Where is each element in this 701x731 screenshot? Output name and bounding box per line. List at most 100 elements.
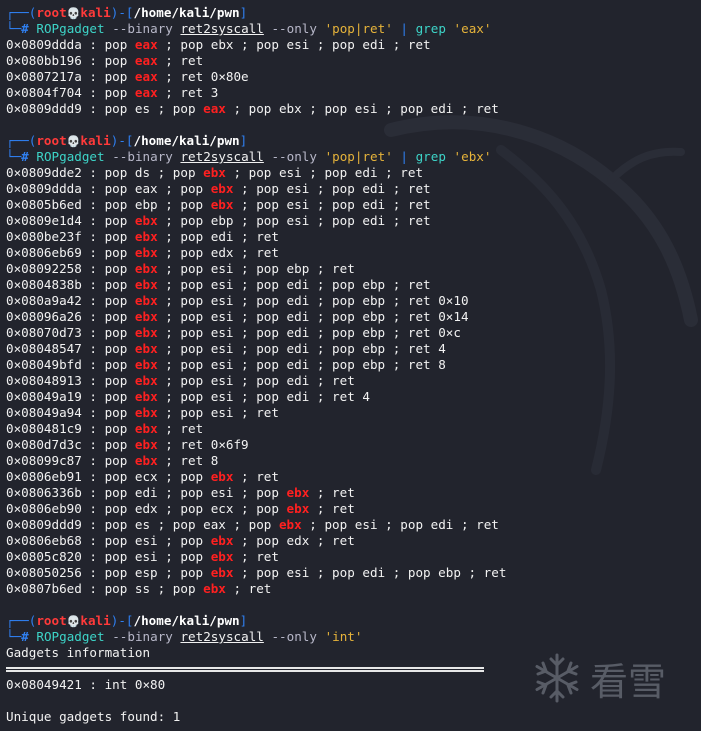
gadget-line: 0×080d7d3c : pop ebx ; ret 0×6f9	[6, 437, 701, 453]
gadget-line: 0×08092258 : pop ebx ; pop esi ; pop ebp…	[6, 261, 701, 277]
gadget-text: ; pop ebx ; pop esi ; pop edi ; ret	[225, 101, 499, 116]
gadget-text: ; ret 8	[157, 453, 219, 468]
gadget-line: 0×0809ddd9 : pop es ; pop eax ; pop ebx …	[6, 101, 701, 117]
gadget-text: 0×080a9a42 : pop	[6, 293, 135, 308]
gadget-text: 0×0806eb68 : pop esi ; pop	[6, 533, 211, 548]
double-rule-divider	[6, 667, 484, 672]
gadget-line: 0×080481c9 : pop ebx ; ret	[6, 421, 701, 437]
register-highlight: ebx	[210, 197, 234, 212]
gadget-text: 0×08049a19 : pop	[6, 389, 135, 404]
gadget-line: 0×0807217a : pop eax ; ret 0×80e	[6, 69, 701, 85]
gadget-text: ; ret	[309, 501, 355, 516]
register-highlight: ebx	[210, 533, 234, 548]
skull-icon: 💀	[66, 7, 81, 20]
gadget-text: 0×08092258 : pop	[6, 261, 135, 276]
register-highlight: ebx	[134, 341, 158, 356]
register-highlight: ebx	[134, 389, 158, 404]
ebx-gadget-list: 0×0809dde2 : pop ds ; pop ebx ; pop esi …	[6, 165, 701, 597]
register-highlight: ebx	[134, 405, 158, 420]
command-line: └─# ROPgadget --binary ret2syscall --onl…	[6, 629, 363, 644]
prompt-line-top: ┌──(root💀kali)-[/home/kali/pwn]	[6, 613, 248, 628]
gadget-text: 0×08048547 : pop	[6, 341, 135, 356]
gadget-text: 0×08049bfd : pop	[6, 357, 135, 372]
gadget-line: 0×0809ddda : pop eax ; pop ebx ; pop esi…	[6, 37, 701, 53]
register-highlight: ebx	[134, 261, 158, 276]
gadget-line: 0×0805b6ed : pop ebp ; pop ebx ; pop esi…	[6, 197, 701, 213]
skull-icon: 💀	[66, 615, 81, 628]
gadget-line: 0×08048547 : pop ebx ; pop esi ; pop edi…	[6, 341, 701, 357]
gadget-text: 0×080bb196 : pop	[6, 53, 135, 68]
gadget-text: 0×08048913 : pop	[6, 373, 135, 388]
prompt-line-top: ┌──(root💀kali)-[/home/kali/pwn]	[6, 5, 248, 20]
gadget-line: 0×080a9a42 : pop ebx ; pop esi ; pop edi…	[6, 293, 701, 309]
kanxue-watermark: 看雪	[530, 650, 690, 706]
gadget-text: 0×0807217a : pop	[6, 69, 135, 84]
gadget-text: 0×0806336b : pop edi ; pop esi ; pop	[6, 485, 287, 500]
gadget-text: ; pop esi ; pop edi ; pop ebp ; ret 0×c	[157, 325, 461, 340]
gadget-text: ; ret 3	[157, 85, 219, 100]
gadget-line: 0×0806eb90 : pop edx ; pop ecx ; pop ebx…	[6, 501, 701, 517]
gadget-text: ; ret	[157, 53, 204, 68]
gadget-text: ; pop edx ; ret	[233, 533, 355, 548]
gadget-line: 0×0806eb91 : pop ecx ; pop ebx ; ret	[6, 469, 701, 485]
register-highlight: ebx	[134, 293, 158, 308]
register-highlight: ebx	[210, 181, 234, 196]
gadget-line: 0×0806336b : pop edi ; pop esi ; pop ebx…	[6, 485, 701, 501]
gadget-line: 0×08050256 : pop esp ; pop ebx ; pop esi…	[6, 565, 701, 581]
register-highlight: eax	[134, 85, 158, 100]
gadget-line: 0×0807b6ed : pop ss ; pop ebx ; ret	[6, 581, 701, 597]
register-highlight: eax	[134, 37, 158, 52]
register-highlight: ebx	[134, 437, 158, 452]
prompt-path: /home/kali/pwn	[133, 613, 240, 628]
gadget-line: 0×08048913 : pop ebx ; pop esi ; pop edi…	[6, 373, 701, 389]
gadget-text: 0×080d7d3c : pop	[6, 437, 135, 452]
gadget-text: 0×08070d73 : pop	[6, 325, 135, 340]
gadget-text: ; pop edi ; ret	[157, 229, 279, 244]
register-highlight: ebx	[134, 309, 158, 324]
gadget-line: 0×0809ddda : pop eax ; pop ebx ; pop esi…	[6, 181, 701, 197]
snowflake-icon	[535, 653, 579, 703]
gadget-text: 0×0804f704 : pop	[6, 85, 135, 100]
gadget-text: ; pop esi ; pop edi ; ret	[233, 197, 431, 212]
gadget-line: 0×0809dde2 : pop ds ; pop ebx ; pop esi …	[6, 165, 701, 181]
gadget-text: 0×0809ddd9 : pop es ; pop	[6, 101, 204, 116]
gadget-line: 0×08049a94 : pop ebx ; pop esi ; ret	[6, 405, 701, 421]
register-highlight: eax	[203, 101, 226, 116]
gadget-text: ; ret	[225, 581, 272, 596]
prompt-path: /home/kali/pwn	[133, 133, 240, 148]
gadget-text: ; pop esi ; pop edi ; pop ebp ; ret	[157, 277, 431, 292]
gadget-line: 0×080bb196 : pop eax ; ret	[6, 53, 701, 69]
prompt-line-top: ┌──(root💀kali)-[/home/kali/pwn]	[6, 133, 248, 148]
register-highlight: ebx	[286, 501, 310, 516]
gadget-text: 0×0809ddda : pop	[6, 37, 135, 52]
gadget-text: 0×0804838b : pop	[6, 277, 135, 292]
gadget-line: 0×0809ddd9 : pop es ; pop eax ; pop ebx …	[6, 517, 701, 533]
skull-icon: 💀	[66, 135, 81, 148]
register-highlight: ebx	[210, 565, 234, 580]
gadget-line: 0×080be23f : pop ebx ; pop edi ; ret	[6, 229, 701, 245]
gadget-text: 0×0809dde2 : pop ds ; pop	[6, 165, 204, 180]
register-highlight: ebx	[286, 485, 310, 500]
gadget-text: 0×0809ddda : pop eax ; pop	[6, 181, 211, 196]
register-highlight: ebx	[134, 213, 158, 228]
register-highlight: ebx	[134, 357, 158, 372]
gadget-text: ; pop esi ; pop edi ; pop ebp ; ret 8	[157, 357, 446, 372]
register-highlight: ebx	[134, 229, 158, 244]
gadget-text: ; ret	[233, 469, 279, 484]
gadget-line: 0×08070d73 : pop ebx ; pop esi ; pop edi…	[6, 325, 701, 341]
eax-gadget-list: 0×0809ddda : pop eax ; pop ebx ; pop esi…	[6, 37, 701, 117]
gadget-text: 0×0807b6ed : pop ss ; pop	[6, 581, 204, 596]
terminal-output[interactable]: ┌──(root💀kali)-[/home/kali/pwn] └─# ROPg…	[0, 0, 701, 731]
register-highlight: ebx	[203, 581, 226, 596]
gadget-text: ; ret 0×80e	[157, 69, 249, 84]
prompt-path: /home/kali/pwn	[133, 5, 240, 20]
gadget-text: 0×080be23f : pop	[6, 229, 135, 244]
register-highlight: ebx	[203, 165, 226, 180]
register-highlight: ebx	[134, 373, 158, 388]
gadget-text: ; ret 0×6f9	[157, 437, 249, 452]
gadget-text: 0×08049a94 : pop	[6, 405, 135, 420]
gadget-text: ; pop esi ; pop ebp ; ret	[157, 261, 355, 276]
gadget-text: 0×080481c9 : pop	[6, 421, 135, 436]
gadget-text: ; pop esi ; pop edi ; pop ebp ; ret 0×10	[157, 293, 469, 308]
